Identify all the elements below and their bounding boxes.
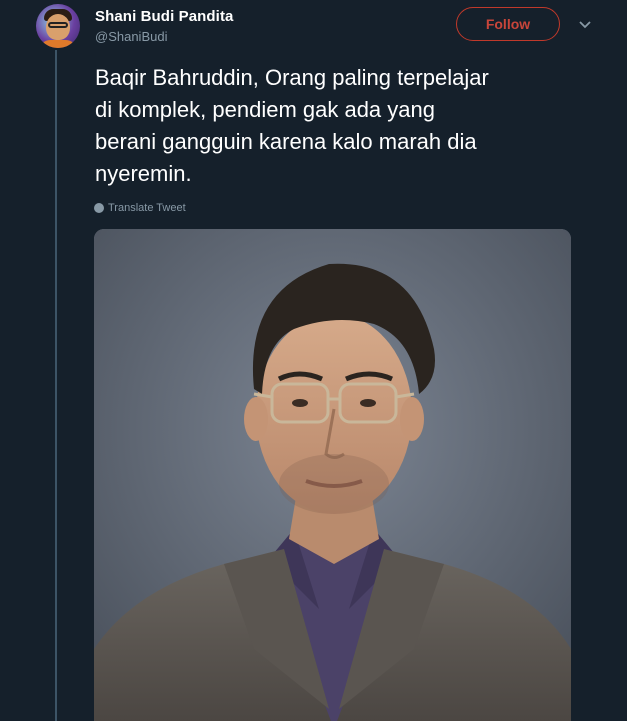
tweet-text-line: berani gangguin karena kalo marah dia [95, 129, 477, 154]
thread-line [55, 50, 57, 721]
follow-button[interactable]: Follow [456, 7, 560, 41]
avatar[interactable] [36, 4, 80, 48]
tweet-text: Baqir Bahruddin, Orang paling terpelajar… [95, 62, 595, 190]
avatar-shirt [40, 40, 76, 48]
tweet-page: Shani Budi Pandita @ShaniBudi Follow Baq… [0, 0, 627, 721]
tweet-text-line: nyeremin. [95, 161, 192, 186]
tweet-text-line: di komplek, pendiem gak ada yang [95, 97, 435, 122]
user-handle[interactable]: @ShaniBudi [95, 29, 167, 44]
translate-label: Translate Tweet [108, 202, 186, 214]
globe-icon [94, 203, 104, 213]
avatar-glasses [48, 22, 68, 28]
chevron-down-icon[interactable] [578, 18, 592, 32]
translate-tweet-link[interactable]: Translate Tweet [94, 202, 186, 214]
tweet-photo[interactable] [94, 229, 571, 721]
photo-illustration [94, 229, 571, 721]
tweet-text-line: Baqir Bahruddin, Orang paling terpelajar [95, 65, 489, 90]
display-name[interactable]: Shani Budi Pandita [95, 8, 233, 25]
